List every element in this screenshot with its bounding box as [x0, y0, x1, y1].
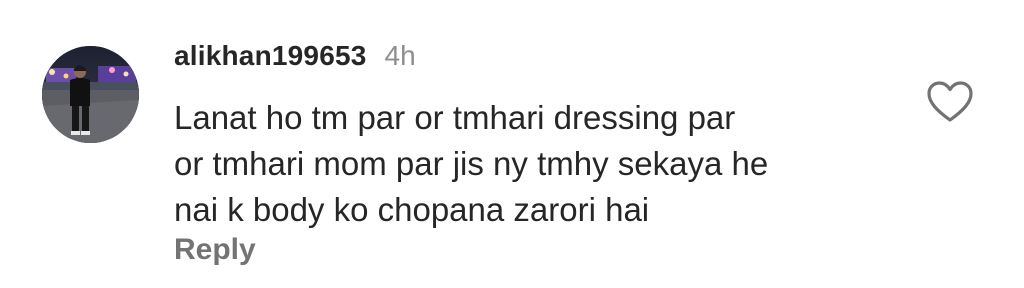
comment-text-line: nai k body ko chopana zarori hai: [174, 191, 650, 228]
comment-text-line: Lanat ho tm par or tmhari dressing par: [174, 99, 736, 136]
username[interactable]: alikhan199653: [174, 40, 367, 72]
comment-text: Lanat ho tm par or tmhari dressing par o…: [174, 95, 894, 233]
comment-text-line: or tmhari mom par jis ny tmhy sekaya he: [174, 145, 769, 182]
avatar-photo: [42, 46, 139, 143]
avatar[interactable]: [42, 46, 139, 143]
heart-outline-icon: [927, 81, 973, 122]
reply-button[interactable]: Reply: [174, 233, 256, 267]
timestamp: 4h: [384, 40, 416, 71]
comment-item: alikhan199653 4h Lanat ho tm par or tmha…: [0, 0, 1024, 288]
like-button[interactable]: [926, 80, 974, 124]
comment-meta: alikhan199653 4h: [174, 40, 416, 80]
